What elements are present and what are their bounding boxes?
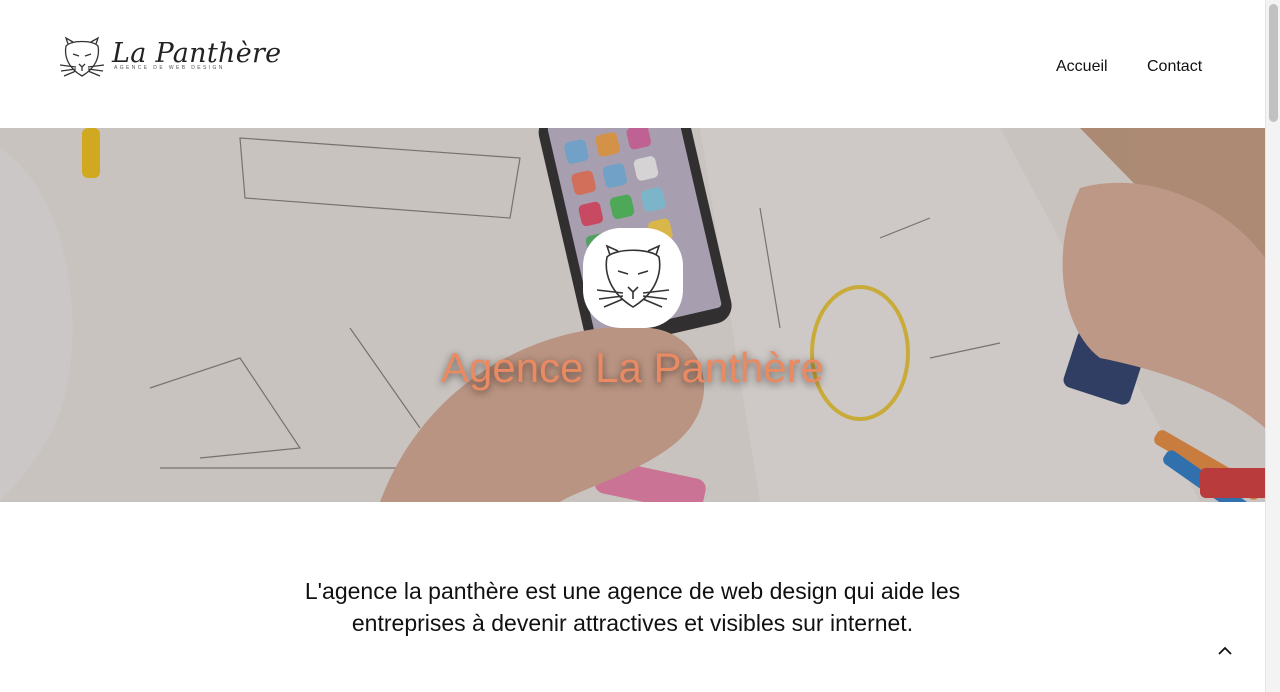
intro-text: L'agence la panthère est une agence de w… <box>304 578 961 636</box>
site-logo[interactable]: La Panthère AGENCE DE WEB DESIGN <box>58 36 281 80</box>
chevron-up-icon <box>1218 646 1232 655</box>
nav-link-accueil[interactable]: Accueil <box>1056 58 1108 76</box>
scrollbar-thumb[interactable] <box>1269 4 1278 122</box>
logo-subtitle: AGENCE DE WEB DESIGN <box>114 65 225 71</box>
site-header: La Panthère AGENCE DE WEB DESIGN Accueil… <box>0 0 1265 128</box>
panther-icon <box>596 244 670 308</box>
nav-link-contact[interactable]: Contact <box>1147 58 1202 76</box>
hero-title: Agence La Panthère <box>441 344 824 391</box>
panther-icon <box>59 36 105 77</box>
page: La Panthère AGENCE DE WEB DESIGN Accueil… <box>0 0 1265 692</box>
page-scrollbar[interactable] <box>1265 0 1280 692</box>
intro-section: L'agence la panthère est une agence de w… <box>0 575 1265 639</box>
hero-banner: Agence La Panthère <box>0 128 1265 502</box>
scroll-to-top-button[interactable] <box>1210 640 1240 662</box>
hero-logo-badge <box>583 228 683 328</box>
